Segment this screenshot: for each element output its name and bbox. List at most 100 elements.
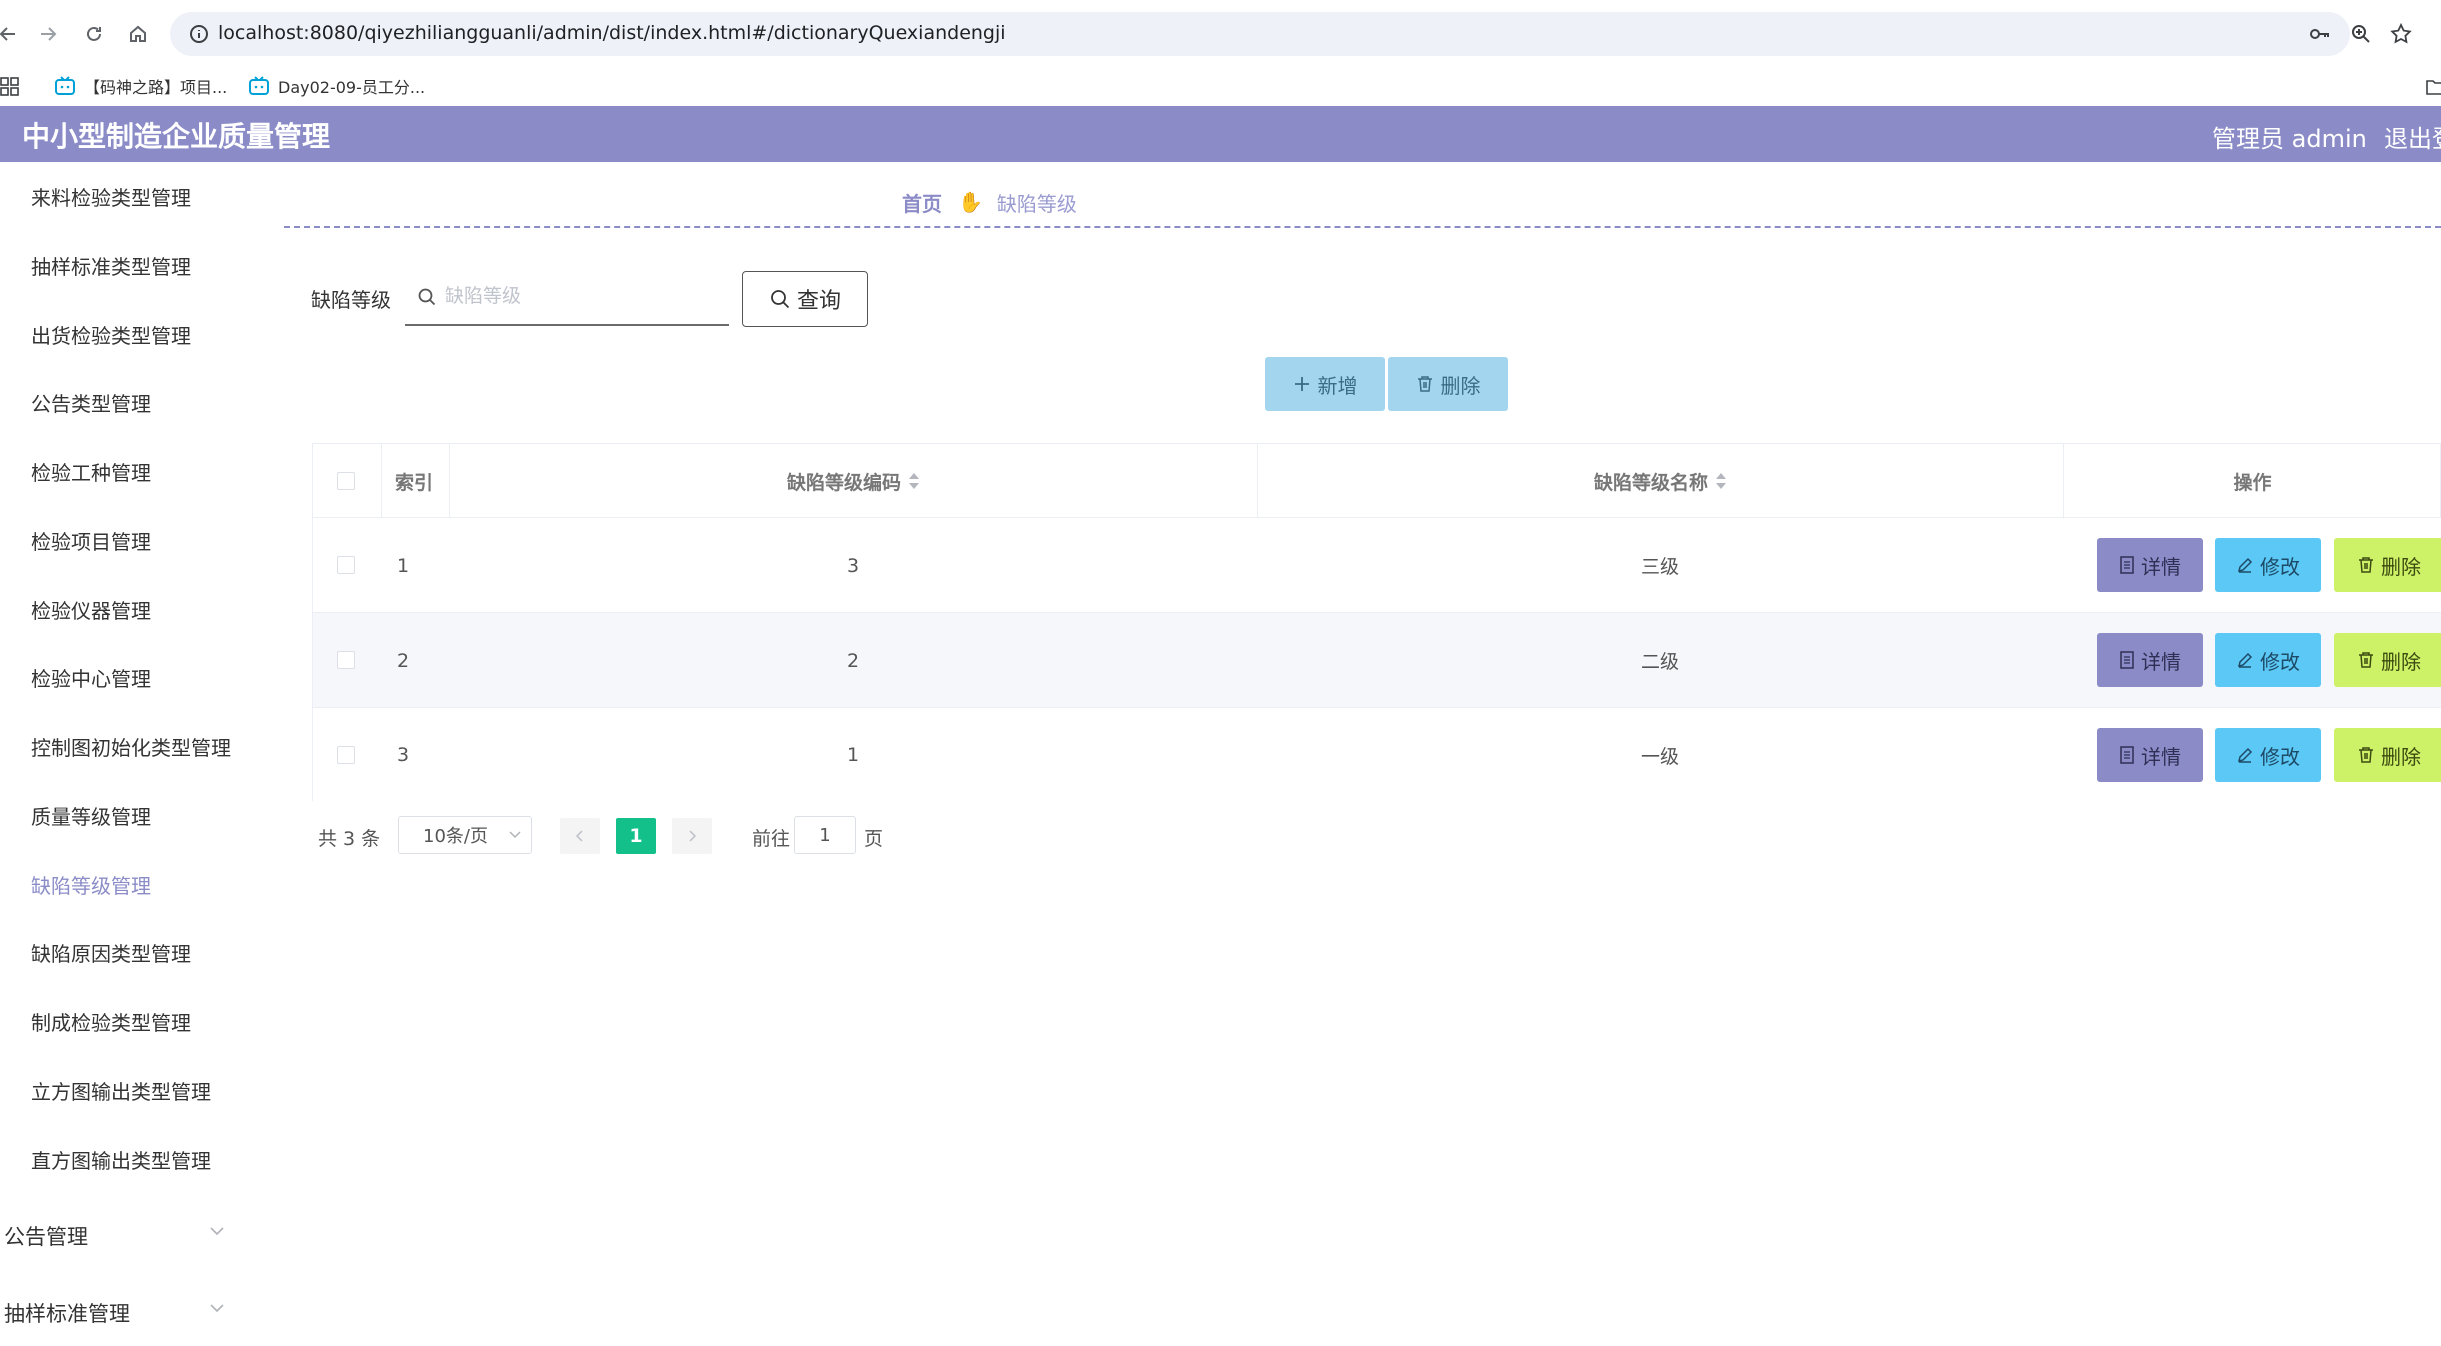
add-button-label: 新增	[1317, 373, 1358, 398]
pagination-total: 共 3 条	[318, 828, 381, 850]
edit-button[interactable]: 修改	[2215, 538, 2321, 592]
home-icon[interactable]	[124, 20, 152, 48]
chevron-left-icon	[575, 830, 583, 842]
select-all-checkbox[interactable]	[337, 472, 355, 490]
page-size-select[interactable]: 10条/页	[398, 816, 532, 854]
row-checkbox[interactable]	[337, 746, 355, 764]
url-text[interactable]: localhost:8080/qiyezhiliangguanli/admin/…	[218, 22, 1006, 44]
cell-code: 1	[846, 744, 860, 766]
column-header-code[interactable]: 缺陷等级编码	[449, 444, 1257, 518]
prev-page-button[interactable]	[560, 818, 600, 854]
sidebar-item-shipping-inspection-type[interactable]: 出货检验类型管理	[31, 320, 191, 349]
breadcrumb-home[interactable]: 首页	[902, 188, 942, 217]
password-key-icon[interactable]	[2306, 20, 2334, 48]
sidebar-item-inspection-instrument[interactable]: 检验仪器管理	[31, 595, 151, 624]
cell-code: 2	[846, 649, 860, 672]
batch-delete-button[interactable]: 删除	[1388, 357, 1508, 411]
bilibili-icon	[249, 76, 269, 95]
sidebar-item-control-chart-init-type[interactable]: 控制图初始化类型管理	[31, 732, 231, 761]
sidebar-item-cube-chart-output-type[interactable]: 立方图输出类型管理	[31, 1076, 211, 1105]
page-number-button[interactable]: 1	[616, 818, 656, 854]
chevron-down-icon[interactable]	[208, 1225, 226, 1237]
edit-button-label: 修改	[2260, 744, 2300, 769]
trash-icon	[2359, 557, 2373, 573]
bookmark-star-icon[interactable]	[2387, 20, 2415, 48]
sort-icon[interactable]	[909, 472, 919, 490]
cell-index: 1	[397, 554, 410, 577]
search-label: 缺陷等级	[311, 288, 391, 312]
sidebar-item-histogram-output-type[interactable]: 直方图输出类型管理	[31, 1145, 211, 1174]
hand-icon: ✋	[958, 190, 983, 214]
address-bar[interactable]: localhost:8080/qiyezhiliangguanli/admin/…	[170, 12, 2350, 56]
back-icon[interactable]	[0, 20, 22, 48]
table-row: 2 2 二级 详情 修改 删除	[313, 613, 2441, 708]
detail-button[interactable]: 详情	[2097, 538, 2203, 592]
reload-icon[interactable]	[80, 20, 108, 48]
apps-grid-icon[interactable]	[0, 76, 22, 98]
query-button-label: 查询	[796, 289, 841, 314]
sidebar-item-sampling-standard-type[interactable]: 抽样标准类型管理	[31, 251, 191, 280]
bookmark-item[interactable]: Day02-09-员工分...	[248, 74, 425, 98]
detail-button-label: 详情	[2141, 649, 2181, 674]
column-header-name[interactable]: 缺陷等级名称	[1257, 444, 2063, 518]
row-checkbox[interactable]	[337, 651, 355, 669]
edit-button[interactable]: 修改	[2215, 728, 2321, 782]
current-user: 管理员 admin	[2212, 125, 2367, 153]
table-row: 3 1 一级 详情 修改 删除	[313, 708, 2441, 802]
pencil-icon	[2237, 652, 2253, 668]
sidebar-item-inspection-center[interactable]: 检验中心管理	[31, 663, 151, 692]
goto-label: 前往	[752, 828, 791, 850]
document-icon	[2120, 746, 2134, 764]
sidebar-item-incoming-inspection-type[interactable]: 来料检验类型管理	[31, 182, 191, 211]
goto-page-input[interactable]	[794, 816, 856, 854]
row-checkbox[interactable]	[337, 556, 355, 574]
sidebar-item-inspection-project[interactable]: 检验项目管理	[31, 526, 151, 555]
sidebar-item-defect-cause-type[interactable]: 缺陷原因类型管理	[31, 938, 191, 967]
logout-link[interactable]: 退出登	[2384, 119, 2441, 154]
sidebar-group-notice[interactable]: 公告管理	[4, 1221, 88, 1251]
zoom-icon[interactable]	[2347, 20, 2375, 48]
sidebar-item-quality-level[interactable]: 质量等级管理	[31, 801, 151, 830]
delete-button[interactable]: 删除	[2334, 728, 2441, 782]
delete-button-label: 删除	[2381, 554, 2421, 579]
next-page-button[interactable]	[672, 818, 712, 854]
detail-button[interactable]: 详情	[2097, 728, 2203, 782]
query-button[interactable]: 查询	[742, 271, 868, 327]
sidebar-item-notice-type[interactable]: 公告类型管理	[31, 388, 151, 417]
sidebar-item-defect-level[interactable]: 缺陷等级管理	[31, 870, 151, 899]
page-size-value: 10条/页	[423, 826, 488, 847]
delete-button[interactable]: 删除	[2334, 538, 2441, 592]
pencil-icon	[2237, 747, 2253, 763]
sidebar-group-sampling-standard[interactable]: 抽样标准管理	[4, 1298, 130, 1328]
sidebar-item-inspection-job[interactable]: 检验工种管理	[31, 457, 151, 486]
cell-code: 3	[846, 554, 860, 577]
document-icon	[2120, 651, 2134, 669]
breadcrumb-current: 缺陷等级	[996, 191, 1077, 216]
plus-icon	[1294, 377, 1309, 391]
edit-button[interactable]: 修改	[2215, 633, 2321, 687]
chevron-down-icon[interactable]	[208, 1302, 226, 1314]
cell-index: 2	[397, 649, 410, 672]
search-icon	[418, 288, 436, 306]
folder-icon[interactable]	[2426, 78, 2441, 96]
edit-button-label: 修改	[2260, 649, 2300, 674]
site-info-icon[interactable]	[186, 21, 212, 47]
search-field	[405, 268, 729, 326]
delete-button-label: 删除	[2381, 649, 2421, 674]
bookmark-item[interactable]: 【码神之路】项目...	[54, 74, 227, 98]
delete-button[interactable]: 删除	[2334, 633, 2441, 687]
column-header-index: 索引	[395, 471, 434, 494]
search-input[interactable]	[445, 280, 715, 312]
add-button[interactable]: 新增	[1265, 357, 1385, 411]
data-table: 索引 缺陷等级编码 缺陷等级名称 操作 1 3 三级 详情 修改 删除 2 2 …	[312, 443, 2441, 802]
detail-button[interactable]: 详情	[2097, 633, 2203, 687]
app-title: 中小型制造企业质量管理	[22, 120, 331, 153]
edit-button-label: 修改	[2260, 554, 2300, 579]
sort-icon[interactable]	[1716, 472, 1726, 490]
sidebar-item-process-inspection-type[interactable]: 制成检验类型管理	[31, 1007, 191, 1036]
bookmark-label: Day02-09-员工分...	[278, 78, 426, 97]
breadcrumb: 首页 ✋ 缺陷等级	[902, 188, 1077, 216]
document-icon	[2120, 556, 2134, 574]
forward-icon[interactable]	[34, 20, 62, 48]
sidebar: 来料检验类型管理 抽样标准类型管理 出货检验类型管理 公告类型管理 检验工种管理…	[0, 162, 270, 1346]
